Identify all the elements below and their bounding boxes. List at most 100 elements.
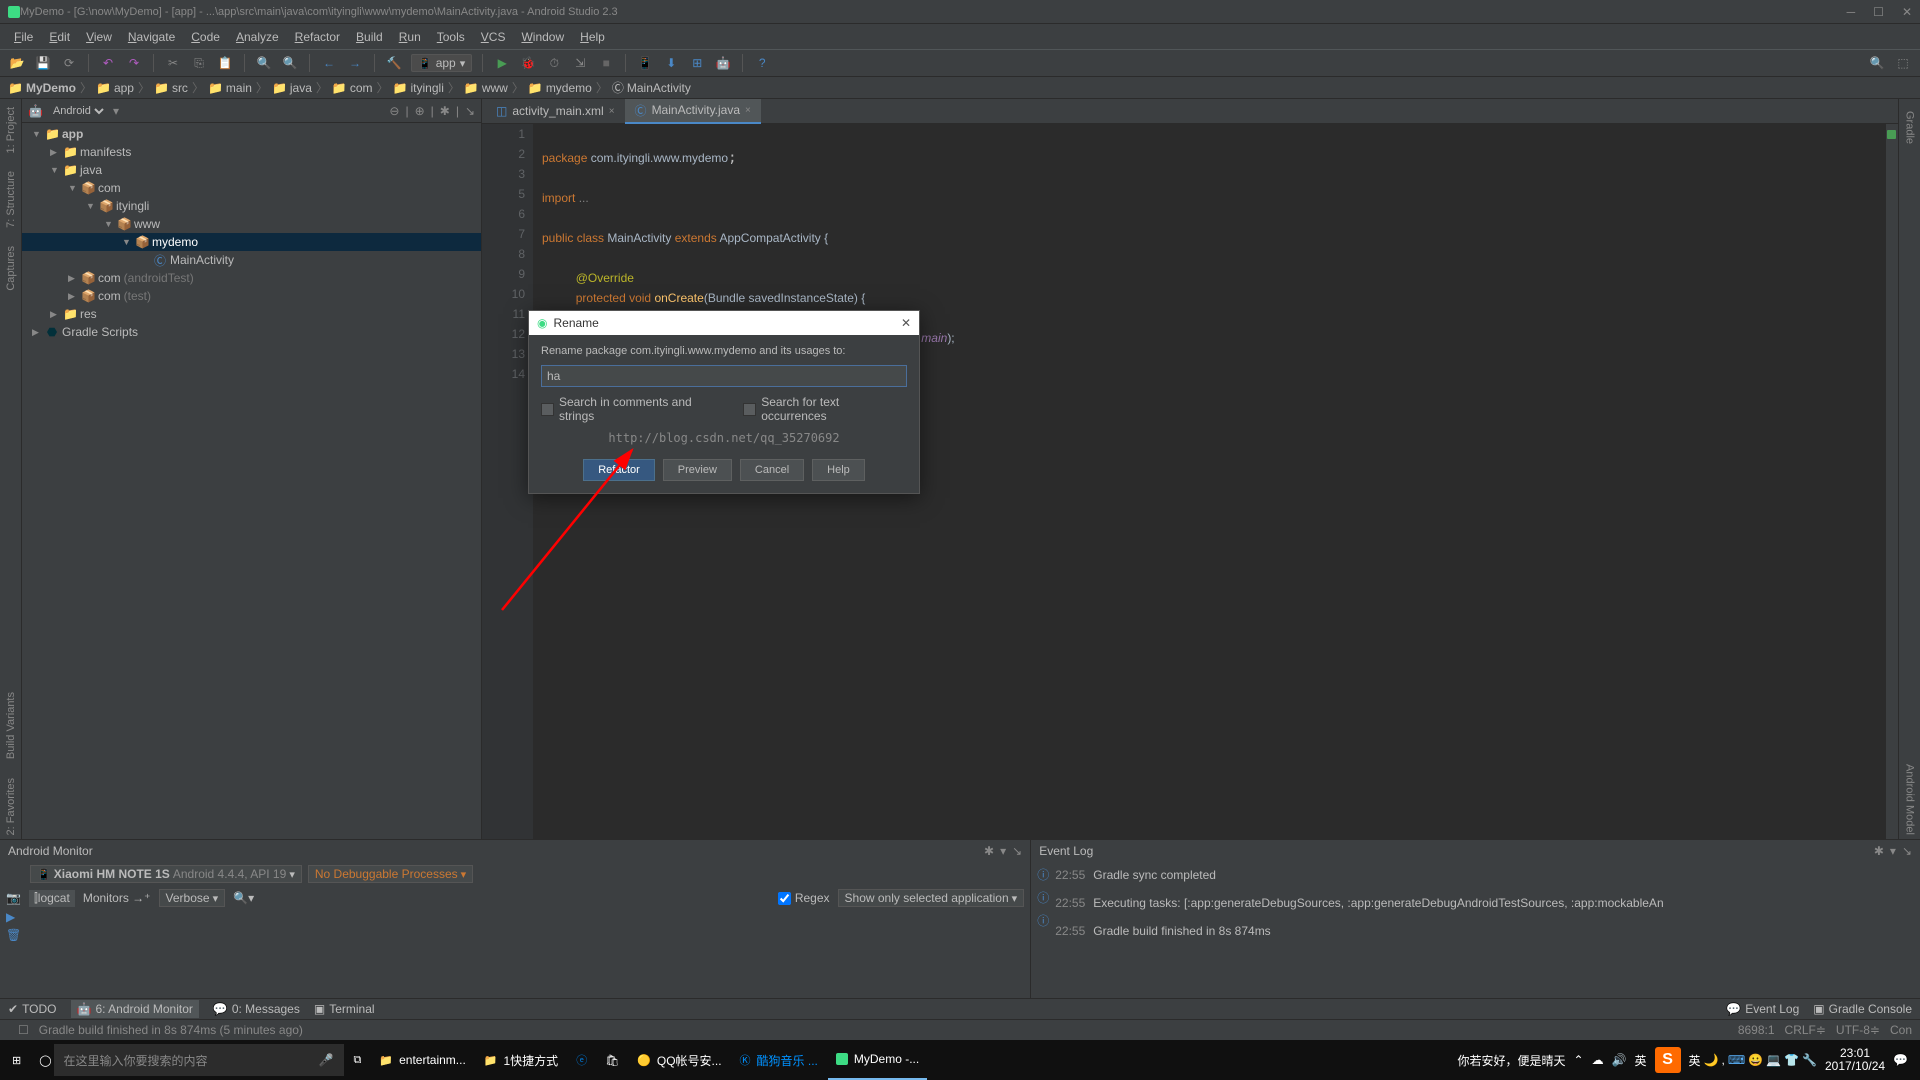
collapse-icon[interactable]: ⊖ xyxy=(389,104,399,118)
gear-icon[interactable]: ✱ xyxy=(1874,844,1884,858)
gear-icon[interactable]: ✱ xyxy=(984,844,994,858)
tab-terminal[interactable]: ▣ Terminal xyxy=(314,1002,375,1016)
taskbar-mydemo[interactable]: MyDemo -... xyxy=(828,1040,927,1080)
refactor-button[interactable]: Refactor xyxy=(583,459,655,481)
save-icon[interactable]: 💾 xyxy=(34,54,52,72)
context[interactable]: Con xyxy=(1890,1023,1912,1037)
crumb-main[interactable]: 📁 main xyxy=(208,81,252,95)
tab-todo[interactable]: ✔ TODO xyxy=(8,1002,57,1016)
attach-icon[interactable]: ⇲ xyxy=(571,54,589,72)
tray-volume-icon[interactable]: 🔊 xyxy=(1612,1053,1627,1067)
tab-build-variants[interactable]: Build Variants xyxy=(4,688,18,763)
avd-icon[interactable]: 📱 xyxy=(636,54,654,72)
record-icon[interactable]: ▶ xyxy=(6,910,15,924)
info-icon[interactable]: ⓘ xyxy=(1037,889,1049,906)
taskbar-store[interactable]: 🛍 xyxy=(597,1040,627,1080)
debug-icon[interactable]: 🐞 xyxy=(519,54,537,72)
menu-file[interactable]: File xyxy=(8,28,39,46)
taskbar-edge[interactable]: ⓔ xyxy=(568,1040,595,1080)
android-icon[interactable]: 🤖 xyxy=(714,54,732,72)
menu-refactor[interactable]: Refactor xyxy=(289,28,346,46)
crumb-com[interactable]: 📁 com xyxy=(332,81,373,95)
cancel-button[interactable]: Cancel xyxy=(740,459,804,481)
menu-help[interactable]: Help xyxy=(574,28,611,46)
tab-event-log[interactable]: 💬 Event Log xyxy=(1726,1002,1799,1016)
crumb-java[interactable]: 📁 java xyxy=(272,81,312,95)
tab-android-monitor[interactable]: 🤖 6: Android Monitor xyxy=(71,1000,199,1018)
tray-up-icon[interactable]: ⌃ xyxy=(1574,1053,1584,1067)
crumb-file[interactable]: Ⓒ MainActivity xyxy=(612,79,691,96)
menu-view[interactable]: View xyxy=(80,28,118,46)
editor-scrollbar[interactable] xyxy=(1886,124,1898,839)
crumb-mydemo[interactable]: 📁 mydemo xyxy=(528,81,592,95)
paste-icon[interactable]: 📋 xyxy=(216,54,234,72)
stop-icon[interactable]: ■ xyxy=(597,54,615,72)
tab-project[interactable]: 1: Project xyxy=(4,103,18,157)
structure-icon[interactable]: ⊞ xyxy=(688,54,706,72)
settings-icon[interactable]: ⬚ xyxy=(1894,54,1912,72)
status-icon[interactable]: ☐ xyxy=(18,1023,29,1037)
redo-icon[interactable]: ↷ xyxy=(125,54,143,72)
caret-position[interactable]: 8698:1 xyxy=(1738,1023,1775,1037)
tab-messages[interactable]: 💬 0: Messages xyxy=(213,1002,300,1016)
profile-icon[interactable]: ⏱ xyxy=(545,54,563,72)
taskbar-kugou[interactable]: Ⓚ 酷狗音乐 ... xyxy=(732,1040,826,1080)
tab-activity-main-xml[interactable]: ◫activity_main.xml× xyxy=(486,101,625,121)
tab-gradle[interactable]: Gradle xyxy=(1903,107,1917,148)
crumb-project[interactable]: 📁 MyDemo xyxy=(8,81,76,95)
tab-captures[interactable]: Captures xyxy=(4,242,18,295)
tree-com-androidtest[interactable]: ▶📦com (androidTest) xyxy=(22,269,481,287)
crumb-www[interactable]: 📁 www xyxy=(464,81,508,95)
run-config-selector[interactable]: 📱 app ▾ xyxy=(411,54,472,72)
hide-icon[interactable]: ↘ xyxy=(465,104,475,118)
search-comments-checkbox[interactable]: Search in comments and strings xyxy=(541,395,729,423)
menu-run[interactable]: Run xyxy=(393,28,427,46)
copy-icon[interactable]: ⎘ xyxy=(190,54,208,72)
taskbar-chrome[interactable]: 🟡 QQ帐号安... xyxy=(629,1040,729,1080)
tree-com[interactable]: ▼📦com xyxy=(22,179,481,197)
filter-selector[interactable]: Show only selected application ▾ xyxy=(838,889,1025,907)
run-icon[interactable]: ▶ xyxy=(493,54,511,72)
tray-sogou-icon[interactable]: S xyxy=(1655,1047,1681,1073)
project-tree[interactable]: ▼📁app ▶📁manifests ▼📁java ▼📦com ▼📦ityingl… xyxy=(22,123,481,839)
tray-ime-toolbar[interactable]: 英🌙,⌨😀💻👕🔧 xyxy=(1689,1052,1817,1069)
build-icon[interactable]: 🔨 xyxy=(385,54,403,72)
help-button[interactable]: Help xyxy=(812,459,865,481)
close-button[interactable]: ✕ xyxy=(1902,5,1912,19)
tree-com-test[interactable]: ▶📦com (test) xyxy=(22,287,481,305)
back-icon[interactable]: ← xyxy=(320,54,338,72)
task-view-icon[interactable]: ⧉ xyxy=(346,1040,370,1080)
start-button[interactable]: ⊞ xyxy=(4,1040,29,1080)
expand-icon[interactable]: ⊕ xyxy=(415,104,425,118)
menu-build[interactable]: Build xyxy=(350,28,389,46)
line-ending[interactable]: CRLF≑ xyxy=(1785,1023,1826,1037)
tray-notifications-icon[interactable]: 💬 xyxy=(1893,1053,1908,1067)
find-icon[interactable]: 🔍 xyxy=(255,54,273,72)
tree-ityingli[interactable]: ▼📦ityingli xyxy=(22,197,481,215)
menu-edit[interactable]: Edit xyxy=(43,28,76,46)
dialog-close-icon[interactable]: ✕ xyxy=(901,316,911,330)
tab-favorites[interactable]: 2: Favorites xyxy=(4,774,18,839)
tab-android-model[interactable]: Android Model xyxy=(1903,760,1917,839)
menu-window[interactable]: Window xyxy=(515,28,570,46)
tray-clock[interactable]: 23:012017/10/24 xyxy=(1825,1047,1885,1073)
taskbar-search[interactable]: 在这里输入你要搜索的内容🎤 xyxy=(54,1044,344,1076)
tree-mainactivity[interactable]: ⒸMainActivity xyxy=(22,251,481,269)
cut-icon[interactable]: ✂ xyxy=(164,54,182,72)
menu-vcs[interactable]: VCS xyxy=(475,28,512,46)
logcat-tab[interactable]: ⫿logcat xyxy=(29,890,75,907)
tree-java[interactable]: ▼📁java xyxy=(22,161,481,179)
info-icon[interactable]: ⓘ xyxy=(1037,912,1049,929)
forward-icon[interactable]: → xyxy=(346,54,364,72)
rename-input[interactable] xyxy=(541,365,907,387)
menu-navigate[interactable]: Navigate xyxy=(122,28,181,46)
sdk-icon[interactable]: ⬇ xyxy=(662,54,680,72)
tree-res[interactable]: ▶📁res xyxy=(22,305,481,323)
close-tab-icon[interactable]: × xyxy=(609,106,615,117)
close-tab-icon[interactable]: × xyxy=(745,105,751,116)
tab-mainactivity-java[interactable]: ⒸMainActivity.java× xyxy=(625,99,761,124)
search-input[interactable]: 🔍▾ xyxy=(233,891,254,905)
hide-icon[interactable]: ↘ xyxy=(1902,844,1912,858)
tree-www[interactable]: ▼📦www xyxy=(22,215,481,233)
menu-code[interactable]: Code xyxy=(185,28,226,46)
